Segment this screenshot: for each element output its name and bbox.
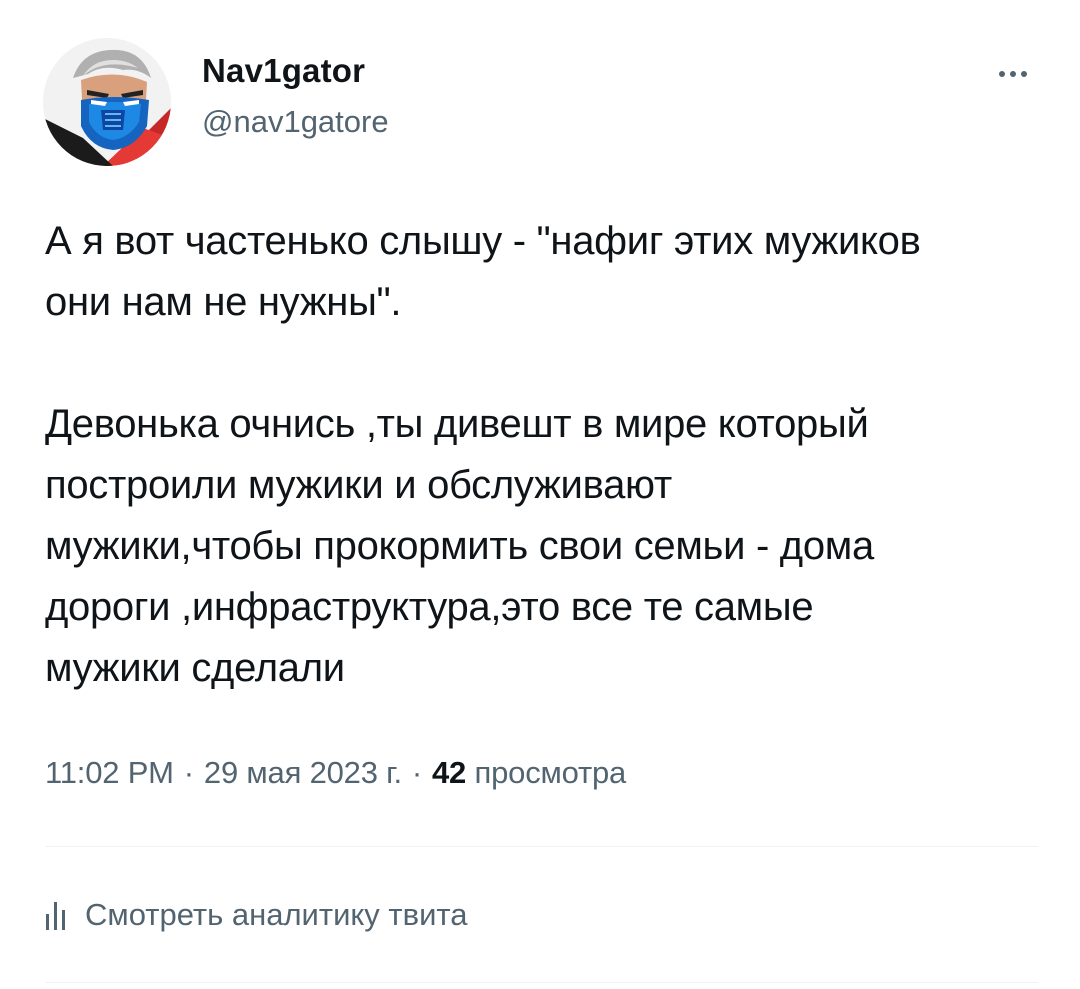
view-analytics-label: Смотреть аналитику твита: [85, 897, 468, 932]
tweet-card: Nav1gator @nav1gatore А я вот частенько …: [0, 0, 1080, 989]
meta-separator: ·: [183, 755, 194, 790]
views-count: 42: [432, 755, 467, 790]
more-horizontal-icon: [999, 71, 1005, 77]
tweet-time[interactable]: 11:02 PM: [45, 755, 174, 790]
more-horizontal-icon-dot: [1010, 71, 1016, 77]
meta-separator: ·: [411, 755, 423, 790]
tweet-text-line: А я вот частенько слышу - "нафиг этих му…: [45, 219, 921, 263]
avatar[interactable]: [43, 38, 171, 166]
tweet-date[interactable]: 29 мая 2023 г.: [204, 755, 402, 790]
bar-chart-icon: [46, 902, 65, 930]
author-display-name[interactable]: Nav1gator: [202, 52, 365, 90]
masked-hero-avatar-icon: [43, 38, 171, 166]
more-horizontal-icon-dot: [1021, 71, 1027, 77]
divider: [45, 982, 1038, 983]
tweet-text-line: они нам не нужны".: [45, 280, 402, 324]
views-label: просмотра: [474, 755, 627, 790]
more-options-button[interactable]: [985, 56, 1041, 92]
tweet-text-line: дороги ,инфраструктура,это все те самые: [45, 585, 814, 629]
tweet-text-line: мужики сделали: [45, 646, 345, 690]
tweet-text-line: мужики,чтобы прокормить свои семьи - дом…: [45, 524, 874, 568]
tweet-text-line: построили мужики и обслуживают: [45, 463, 672, 507]
tweet-text: А я вот частенько слышу - "нафиг этих му…: [45, 211, 1045, 699]
tweet-text-line: Девонька очнись ,ты дивешт в мире которы…: [45, 402, 869, 446]
author-handle[interactable]: @nav1gatore: [202, 104, 389, 140]
tweet-meta: 11:02 PM · 29 мая 2023 г. · 42 просмотра: [45, 755, 626, 791]
divider: [45, 846, 1038, 847]
view-analytics-button[interactable]: Смотреть аналитику твита: [45, 895, 468, 935]
